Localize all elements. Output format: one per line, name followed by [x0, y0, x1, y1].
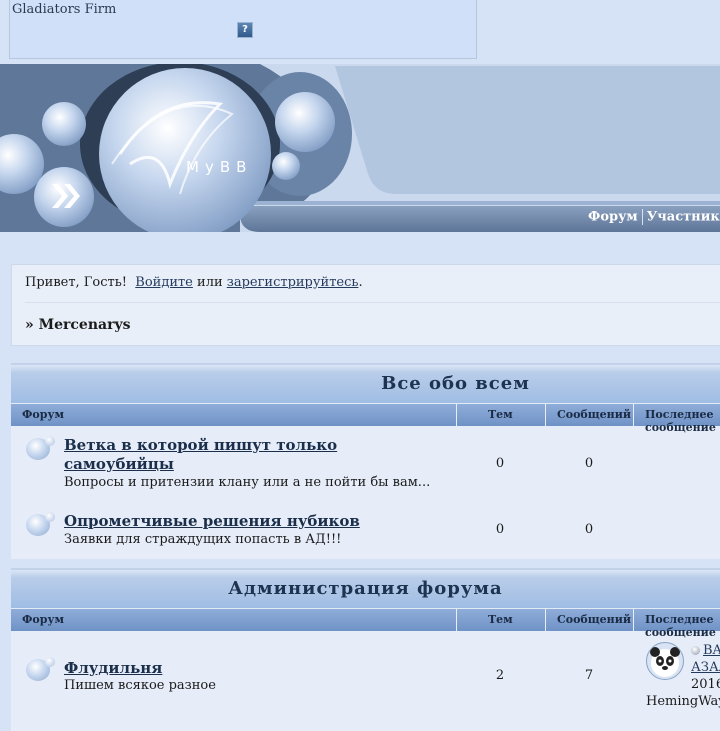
forum-status-icon	[26, 512, 55, 536]
last-post-line1: BA	[691, 643, 720, 658]
last-post-topic-link-cont[interactable]: АЗАЛ	[691, 660, 720, 675]
nav-forum[interactable]: Форум	[588, 210, 638, 225]
forum-title-box: Gladiators Firm ?	[9, 0, 477, 59]
col-posts: Сообщений	[557, 408, 632, 421]
category-header: Все обо всем	[11, 363, 720, 403]
welcome-panel: Привет, Гость! Войдите или зарегистрируй…	[11, 264, 720, 346]
column-header-row: Форум Тем Сообщений Последнее сообщение	[11, 403, 720, 434]
col-separator	[456, 609, 457, 631]
category-title[interactable]: Все обо всем	[11, 373, 720, 394]
register-link[interactable]: зарегистрируйтесь	[227, 275, 359, 290]
last-post-topic-link[interactable]: BA	[703, 643, 720, 658]
forum-topics-count: 2	[495, 668, 505, 683]
breadcrumb-marker: »	[25, 317, 34, 333]
col-separator	[633, 404, 634, 426]
col-separator	[545, 609, 546, 631]
top-navigation: Форум Участники	[588, 209, 720, 229]
col-forum: Форум	[22, 408, 65, 421]
forum-posts-count: 0	[584, 456, 594, 471]
category-header: Администрация форума	[11, 568, 720, 608]
forum-list: Флудильня Пишем всякое разное 2 7 BA АЗА…	[11, 631, 720, 731]
forum-status-icon	[26, 657, 55, 681]
period-text: .	[358, 275, 363, 290]
header-banner: MyBB	[0, 64, 720, 232]
breadcrumb: » Mercenarys	[25, 317, 130, 333]
forum-row: Флудильня Пишем всякое разное 2 7 BA АЗА…	[11, 631, 720, 731]
forum-row: Ветка в которой пишут только самоубийцы …	[11, 426, 720, 498]
col-forum: Форум	[22, 613, 65, 626]
forum-topics-count: 0	[495, 522, 505, 537]
col-topics: Тем	[488, 408, 513, 421]
breadcrumb-current[interactable]: Mercenarys	[39, 317, 131, 333]
greeting-line: Привет, Гость! Войдите или зарегистрируй…	[25, 275, 363, 290]
login-link[interactable]: Войдите	[135, 275, 193, 290]
forum-posts-count: 7	[584, 668, 594, 683]
forum-title-line1[interactable]: Ветка в которой пишут только	[64, 436, 337, 454]
nav-members[interactable]: Участники	[647, 210, 720, 225]
nav-separator	[641, 209, 643, 225]
forum-description: Пишем всякое разное	[64, 678, 216, 693]
forum-status-icon	[26, 436, 55, 460]
category-forum-administration: Администрация форума Форум Тем Сообщений…	[11, 568, 720, 731]
last-post-author[interactable]: HemingWay	[646, 694, 720, 709]
last-post-line2: АЗАЛ	[691, 660, 720, 675]
forum-description: Вопросы и притензии клану или а не пойти…	[64, 475, 431, 490]
col-separator	[456, 404, 457, 426]
offline-status-icon	[691, 646, 700, 655]
column-header-row: Форум Тем Сообщений Последнее сообщение	[11, 608, 720, 639]
help-icon[interactable]: ?	[237, 22, 253, 38]
category-all-about-everything: Все обо всем Форум Тем Сообщений Последн…	[11, 363, 720, 559]
forum-row: Опрометчивые решения нубиков Заявки для …	[11, 498, 720, 559]
forum-list: Ветка в которой пишут только самоубийцы …	[11, 426, 720, 559]
last-post-date: 2016	[691, 677, 720, 692]
col-separator	[545, 404, 546, 426]
forum-name: Gladiators Firm	[12, 2, 117, 17]
forum-description: Заявки для страждущих попасть в АД!!!	[64, 532, 342, 547]
welcome-divider	[25, 302, 720, 303]
forum-title-line2[interactable]: самоубийцы	[64, 455, 174, 473]
banner-graphic: MyBB	[0, 64, 720, 232]
col-separator	[633, 609, 634, 631]
logo-text: MyBB	[186, 158, 252, 176]
col-topics: Тем	[488, 613, 513, 626]
forum-title[interactable]: Флудильня	[64, 659, 162, 677]
forum-title[interactable]: Опрометчивые решения нубиков	[64, 512, 360, 530]
col-posts: Сообщений	[557, 613, 632, 626]
panda-avatar-icon	[650, 647, 680, 677]
avatar[interactable]	[646, 642, 684, 680]
or-text: или	[197, 275, 223, 290]
forum-posts-count: 0	[584, 522, 594, 537]
category-title[interactable]: Администрация форума	[11, 578, 720, 599]
greeting-text: Привет, Гость!	[25, 275, 128, 290]
forum-topics-count: 0	[495, 456, 505, 471]
